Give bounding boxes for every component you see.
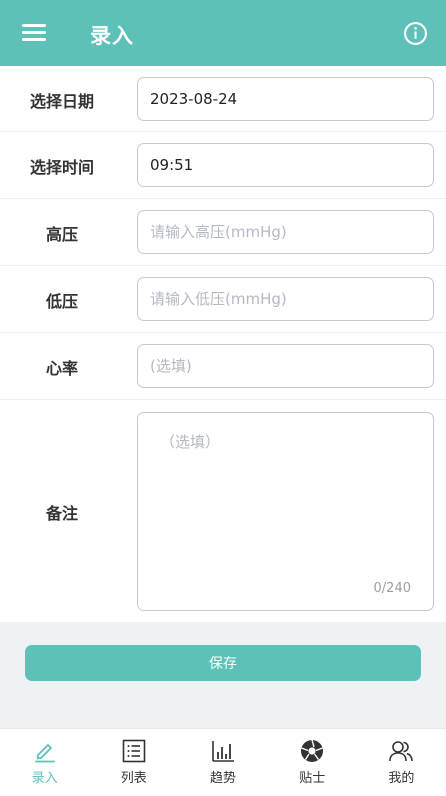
nav-item-entry[interactable]: 录入	[0, 729, 89, 796]
nav-label-mine: 我的	[388, 771, 415, 786]
bottom-nav: 录入 列表 趋势 贴士 我的	[0, 728, 446, 796]
pencil-icon	[34, 744, 55, 763]
heart-rate-row: 心率	[0, 333, 446, 400]
heart-rate-input[interactable]	[137, 344, 434, 388]
systolic-label: 高压	[45, 225, 78, 244]
date-label: 选择日期	[29, 92, 94, 111]
nav-label-entry: 录入	[31, 771, 58, 786]
diastolic-row: 低压	[0, 266, 446, 333]
nav-label-trend: 趋势	[210, 771, 237, 786]
systolic-row: 高压	[0, 199, 446, 266]
diastolic-input[interactable]	[137, 277, 434, 321]
remark-row: 备注 0/240	[0, 400, 446, 621]
remark-label: 备注	[45, 504, 78, 523]
date-picker[interactable]: 2023-08-24	[137, 77, 434, 121]
bar-chart-icon	[212, 741, 234, 762]
time-row: 选择时间 09:51	[0, 132, 446, 199]
page-title: 录入	[90, 24, 134, 48]
nav-item-tips[interactable]: 贴士	[268, 729, 357, 796]
app-root: 录入 选择日期 2023-08-24 选择时间 09:51 高压 低压 心率	[0, 0, 446, 796]
remark-box: 0/240	[137, 412, 434, 611]
users-icon	[389, 741, 414, 762]
remark-textarea[interactable]	[160, 431, 420, 571]
time-picker[interactable]: 09:51	[137, 143, 434, 187]
save-area: 保存	[0, 622, 446, 728]
top-bar: 录入	[0, 0, 446, 66]
save-button[interactable]: 保存	[25, 645, 421, 681]
nav-label-list: 列表	[120, 771, 147, 786]
list-icon	[122, 739, 146, 763]
info-icon[interactable]	[403, 21, 428, 46]
nav-label-tips: 贴士	[299, 771, 326, 786]
nav-item-trend[interactable]: 趋势	[178, 729, 267, 796]
aperture-icon	[301, 739, 324, 762]
char-counter: 0/240	[373, 581, 411, 596]
systolic-input[interactable]	[137, 210, 434, 254]
diastolic-label: 低压	[45, 292, 78, 311]
nav-item-mine[interactable]: 我的	[357, 729, 446, 796]
date-row: 选择日期 2023-08-24	[0, 66, 446, 132]
time-label: 选择时间	[29, 158, 94, 177]
nav-item-list[interactable]: 列表	[89, 729, 178, 796]
menu-icon[interactable]	[22, 24, 48, 42]
heart-rate-label: 心率	[45, 359, 78, 378]
